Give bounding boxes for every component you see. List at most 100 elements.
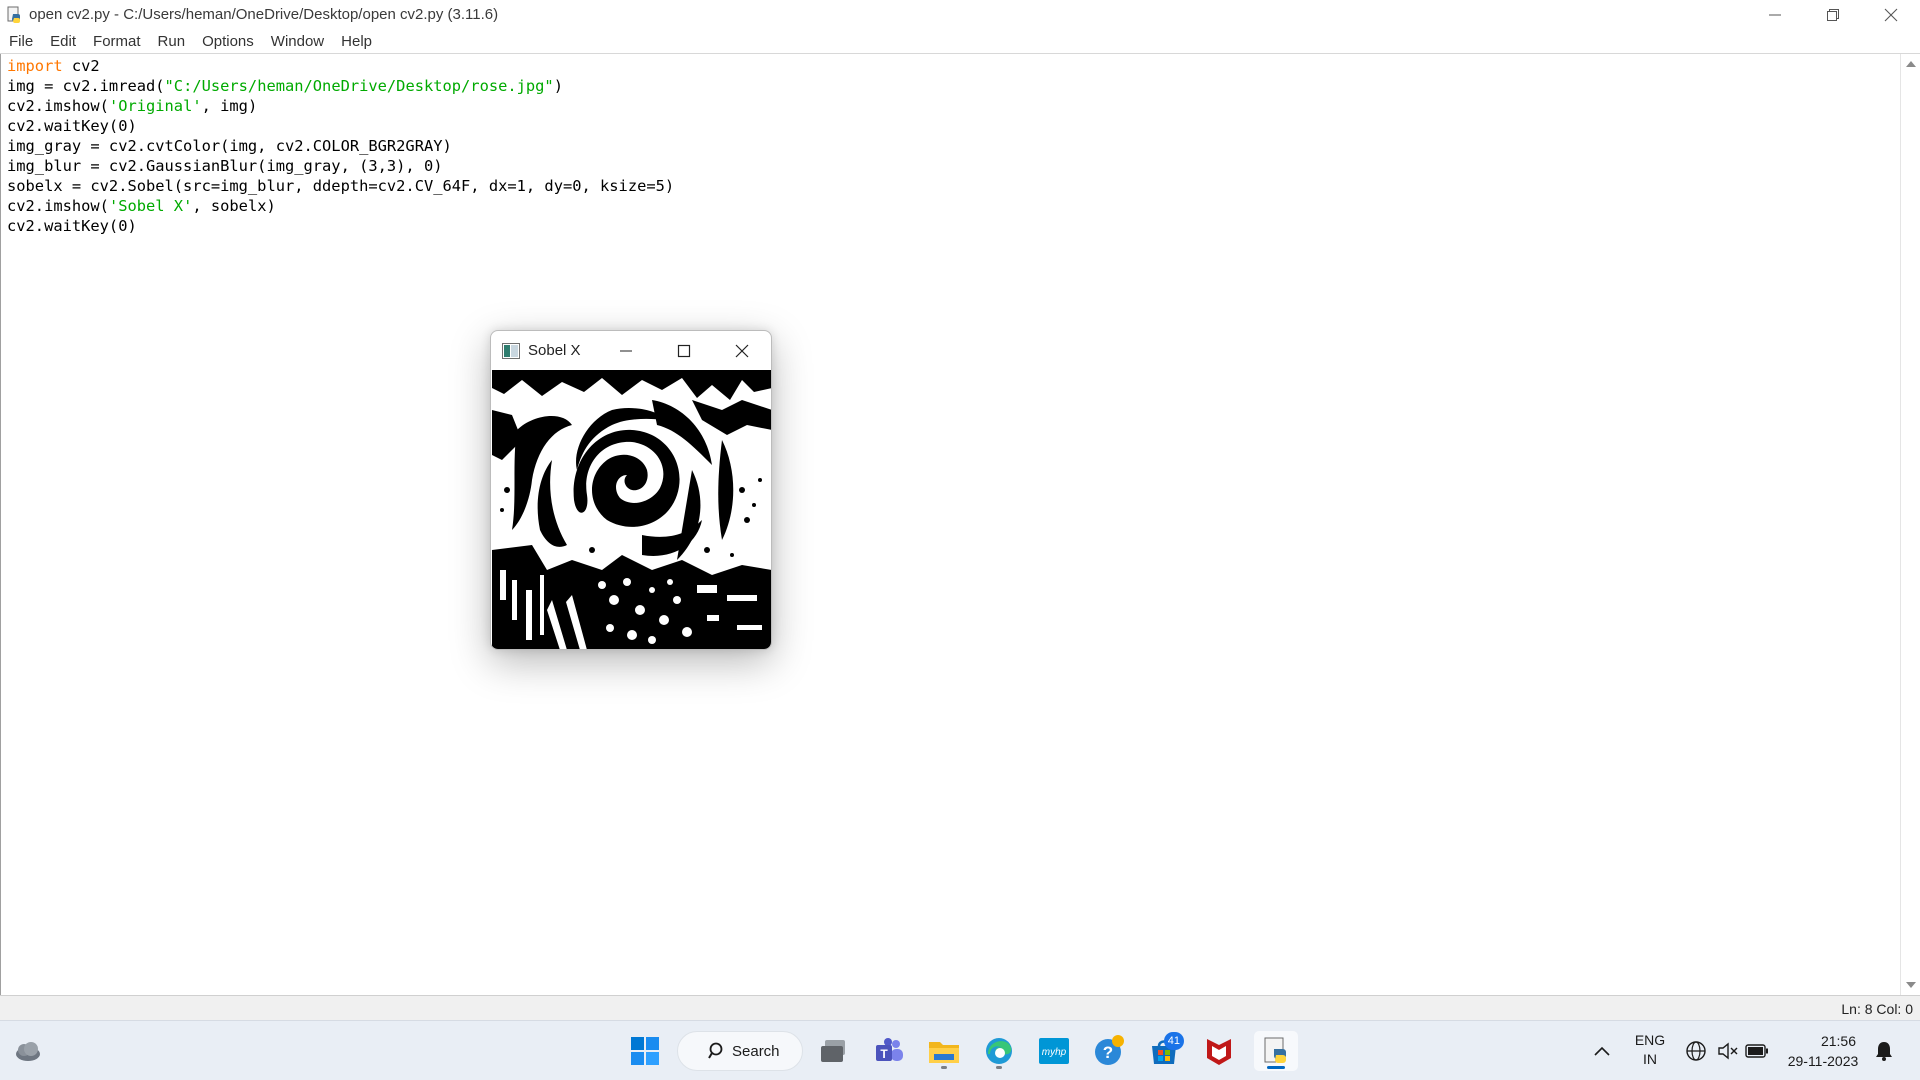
minimize-button[interactable] <box>1746 0 1804 29</box>
myhp-app[interactable]: myhp <box>1034 1031 1074 1071</box>
svg-text:myhp: myhp <box>1042 1047 1067 1058</box>
battery-button[interactable] <box>1737 1031 1777 1071</box>
code-line[interactable]: sobelx = cv2.Sobel(src=img_blur, ddepth=… <box>7 176 674 196</box>
cursor-position: Ln: 8 Col: 0 <box>1841 1001 1913 1017</box>
code-line[interactable]: cv2.imshow('Sobel X', sobelx) <box>7 196 674 216</box>
code-token: , sobelx) <box>192 197 276 215</box>
edge-app[interactable] <box>979 1031 1019 1071</box>
running-indicator <box>941 1066 947 1069</box>
store-badge: 41 <box>1163 1032 1184 1050</box>
teams-app[interactable]: T <box>869 1031 909 1071</box>
status-bar: Ln: 8 Col: 0 <box>0 995 1920 1020</box>
svg-text:?: ? <box>1103 1043 1113 1062</box>
menu-window[interactable]: Window <box>271 33 324 50</box>
code-line[interactable]: cv2.imshow('Original', img) <box>7 96 674 116</box>
active-indicator <box>1267 1066 1285 1069</box>
menu-help[interactable]: Help <box>341 33 372 50</box>
weather-icon <box>16 1042 40 1061</box>
code-editor[interactable]: import cv2 img = cv2.imread("C:/Users/hem… <box>0 54 1900 995</box>
code-token: img = cv2.imread( <box>7 77 165 95</box>
code-text[interactable]: import cv2 img = cv2.imread("C:/Users/hem… <box>7 56 674 236</box>
sobel-window-titlebar[interactable]: Sobel X <box>491 331 771 370</box>
menu-run[interactable]: Run <box>158 33 186 50</box>
language-indicator[interactable]: ENG IN <box>1628 1031 1672 1069</box>
code-token: cv2 <box>62 57 100 75</box>
python-idle-icon <box>7 6 20 23</box>
maximize-icon <box>677 344 691 357</box>
close-button[interactable] <box>1862 0 1920 29</box>
scroll-up-arrow-icon[interactable] <box>1905 58 1917 70</box>
get-help-icon: ? <box>1095 1035 1124 1065</box>
search-icon <box>708 1042 723 1059</box>
file-explorer-app[interactable] <box>924 1031 964 1071</box>
code-token: cv2.waitKey(0) <box>7 217 137 235</box>
menu-edit[interactable]: Edit <box>50 33 76 50</box>
code-line[interactable]: img = cv2.imread("C:/Users/heman/OneDriv… <box>7 76 674 96</box>
network-icon <box>1686 1041 1706 1061</box>
keyword-token: import <box>7 57 63 75</box>
file-explorer-icon <box>929 1042 959 1063</box>
close-icon <box>1884 8 1898 21</box>
code-token: cv2.imshow( <box>7 197 109 215</box>
task-view-icon <box>821 1040 845 1062</box>
code-line[interactable]: import cv2 <box>7 56 674 76</box>
edge-icon <box>986 1038 1012 1064</box>
code-token: , img) <box>201 97 258 115</box>
teams-icon: T <box>876 1038 903 1061</box>
code-line[interactable]: cv2.waitKey(0) <box>7 116 674 136</box>
show-hidden-icons-button[interactable] <box>1582 1031 1622 1071</box>
opencv-window-icon <box>502 342 520 359</box>
volume-muted-icon <box>1718 1042 1738 1060</box>
code-token: img_gray = cv2.cvtColor(img, cv2.COLOR_B… <box>7 137 452 155</box>
vertical-scrollbar[interactable] <box>1900 54 1920 995</box>
taskbar-search[interactable]: Search <box>677 1031 803 1071</box>
string-token: "C:/Users/heman/OneDrive/Desktop/rose.jp… <box>164 77 554 95</box>
menu-options[interactable]: Options <box>202 33 254 50</box>
close-icon <box>735 344 749 357</box>
sobel-minimize-button[interactable] <box>597 331 655 370</box>
chevron-up-icon <box>1594 1046 1610 1056</box>
code-token: sobelx = cv2.Sobel(src=img_blur, ddepth=… <box>7 177 675 195</box>
region-code: IN <box>1643 1051 1657 1067</box>
mcafee-icon <box>1207 1039 1231 1065</box>
start-button[interactable] <box>625 1031 665 1071</box>
sobel-maximize-button[interactable] <box>655 331 713 370</box>
sobel-x-rose-image <box>492 370 771 649</box>
taskbar: Search T myhp ? 41 ENG IN 21:56 29-11-20… <box>0 1020 1920 1080</box>
myhp-icon: myhp <box>1039 1038 1069 1064</box>
sobel-close-button[interactable] <box>713 331 771 370</box>
running-indicator <box>996 1066 1002 1069</box>
svg-text:T: T <box>880 1047 888 1061</box>
string-token: 'Original' <box>108 97 202 115</box>
code-token: img_blur = cv2.GaussianBlur(img_gray, (3… <box>7 157 443 175</box>
minimize-icon <box>1769 14 1781 15</box>
python-idle-icon <box>1264 1037 1286 1063</box>
restore-button[interactable] <box>1804 0 1862 29</box>
search-label: Search <box>732 1042 780 1060</box>
code-line[interactable]: cv2.waitKey(0) <box>7 216 674 236</box>
windows-start-icon <box>631 1037 659 1065</box>
notification-bell-icon <box>1876 1042 1892 1061</box>
menu-file[interactable]: File <box>9 33 33 50</box>
clock[interactable]: 21:56 29-11-2023 <box>1778 1031 1868 1071</box>
window-title: open cv2.py - C:/Users/heman/OneDrive/De… <box>29 6 499 23</box>
code-token: ) <box>553 77 563 95</box>
clock-date: 29-11-2023 <box>1787 1053 1859 1069</box>
window-titlebar[interactable]: open cv2.py - C:/Users/heman/OneDrive/De… <box>0 0 1920 29</box>
menu-bar: File Edit Format Run Options Window Help <box>0 29 1920 54</box>
code-line[interactable]: img_gray = cv2.cvtColor(img, cv2.COLOR_B… <box>7 136 674 156</box>
task-view-button[interactable] <box>814 1031 854 1071</box>
sobel-x-window[interactable]: Sobel X <box>490 330 772 650</box>
string-token: 'Sobel X' <box>108 197 193 215</box>
store-app[interactable]: 41 <box>1144 1031 1184 1071</box>
menu-format[interactable]: Format <box>93 33 141 50</box>
get-help-app[interactable]: ? <box>1089 1031 1129 1071</box>
code-line[interactable]: img_blur = cv2.GaussianBlur(img_gray, (3… <box>7 156 674 176</box>
scroll-down-arrow-icon[interactable] <box>1905 979 1917 991</box>
language-code: ENG <box>1634 1032 1666 1048</box>
minimize-icon <box>620 350 632 351</box>
notifications-button[interactable] <box>1864 1031 1904 1071</box>
mcafee-app[interactable] <box>1199 1031 1239 1071</box>
python-idle-app[interactable] <box>1254 1031 1298 1071</box>
weather-widget[interactable] <box>8 1031 48 1071</box>
